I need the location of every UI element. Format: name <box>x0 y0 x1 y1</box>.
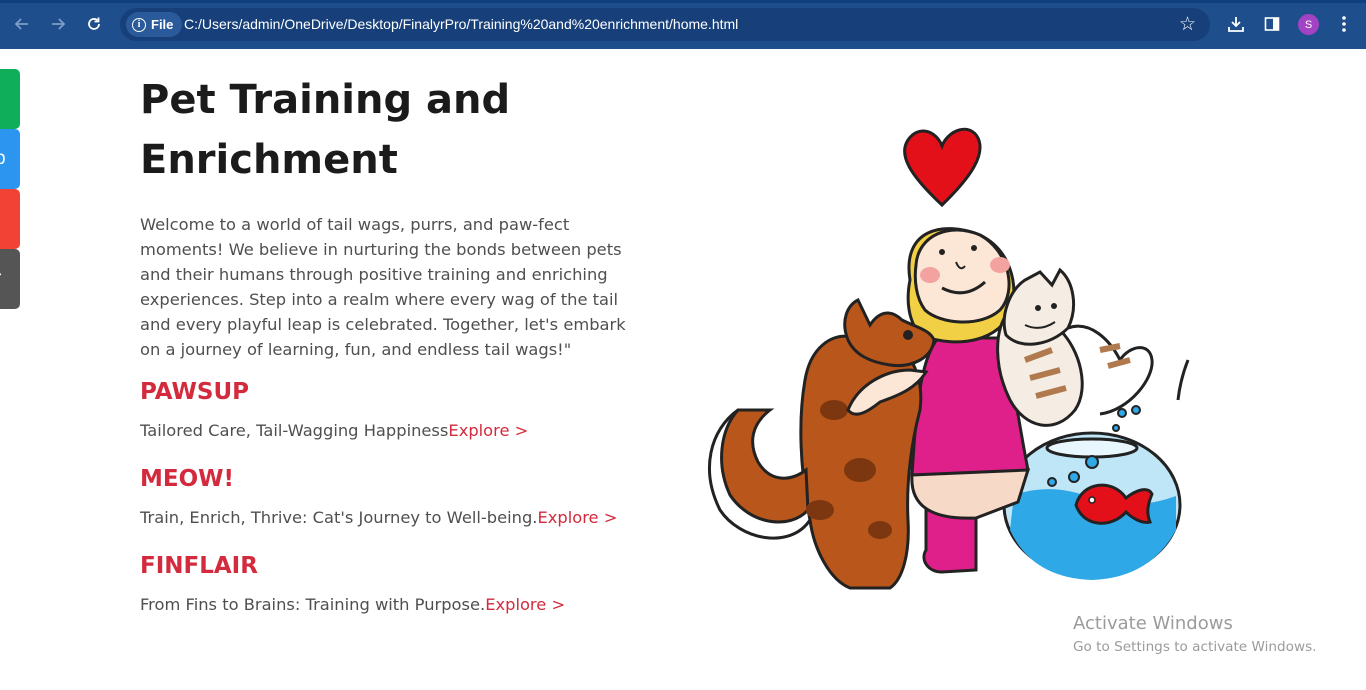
profile-avatar[interactable]: S <box>1298 14 1319 35</box>
service-heading: FINFLAIR <box>140 553 258 579</box>
service-tagline: Train, Enrich, Thrive: Cat's Journey to … <box>140 508 538 527</box>
service-tagline-line: From Fins to Brains: Training with Purpo… <box>140 593 565 617</box>
forward-button[interactable] <box>47 13 69 35</box>
page-title: Pet Training and Enrichment <box>140 77 511 183</box>
tab-strip-edge <box>0 0 1366 3</box>
explore-link[interactable]: Explore > <box>485 595 565 614</box>
explore-link[interactable]: Explore > <box>448 421 528 440</box>
service-tagline: Tailored Care, Tail-Wagging Happiness <box>140 421 449 440</box>
activate-windows-watermark: Activate Windows Go to Settings to activ… <box>1073 613 1317 657</box>
site-info-label: File <box>151 17 174 32</box>
hero-text: Pet Training and Enrichment Welcome to a… <box>140 70 650 362</box>
heart-icon <box>903 127 982 208</box>
explore-link[interactable]: Explore > <box>537 508 617 527</box>
service-meow: MEOW! Train, Enrich, Thrive: Cat's Journ… <box>140 464 617 530</box>
reload-icon <box>88 17 100 30</box>
bookmark-star-icon[interactable]: ☆ <box>1179 13 1196 35</box>
site-info-chip[interactable]: i File <box>126 12 183 37</box>
service-finflair: FINFLAIR From Fins to Brains: Training w… <box>140 551 565 617</box>
more-vert-icon <box>1342 16 1346 32</box>
download-icon <box>1228 17 1244 32</box>
pets-illustration <box>708 127 1190 590</box>
side-panel-icon <box>1264 17 1280 31</box>
info-icon: i <box>132 17 146 32</box>
share-tab-blue[interactable]: p <box>0 129 20 189</box>
arrow-left-icon <box>14 18 28 30</box>
url-text[interactable]: C:/Users/admin/OneDrive/Desktop/FinalyrP… <box>184 16 738 32</box>
side-panel-button[interactable] <box>1260 12 1284 36</box>
service-heading: MEOW! <box>140 466 235 492</box>
menu-button[interactable] <box>1332 12 1356 36</box>
share-tab-green[interactable] <box>0 69 20 129</box>
reload-button[interactable] <box>83 13 105 35</box>
watermark-title: Activate Windows <box>1073 613 1233 634</box>
service-pawsup: PAWSUP Tailored Care, Tail-Wagging Happi… <box>140 377 528 443</box>
arrow-right-icon <box>52 18 66 30</box>
address-bar[interactable]: i File C:/Users/admin/OneDrive/Desktop/F… <box>120 8 1210 41</box>
watermark-subtitle: Go to Settings to activate Windows. <box>1073 639 1317 655</box>
share-tab-gray[interactable]: r <box>0 249 20 309</box>
share-tab-label: p <box>0 148 6 169</box>
service-tagline-line: Train, Enrich, Thrive: Cat's Journey to … <box>140 506 617 530</box>
share-tab-label: r <box>0 268 1 290</box>
browser-toolbar: i File C:/Users/admin/OneDrive/Desktop/F… <box>0 0 1366 49</box>
share-tab-red[interactable] <box>0 189 20 249</box>
service-heading: PAWSUP <box>140 379 249 405</box>
downloads-button[interactable] <box>1224 12 1248 36</box>
fish-icon <box>1074 483 1154 525</box>
service-tagline-line: Tailored Care, Tail-Wagging HappinessExp… <box>140 419 528 443</box>
back-button[interactable] <box>11 13 33 35</box>
intro-paragraph: Welcome to a world of tail wags, purrs, … <box>140 215 626 359</box>
service-tagline: From Fins to Brains: Training with Purpo… <box>140 595 486 614</box>
